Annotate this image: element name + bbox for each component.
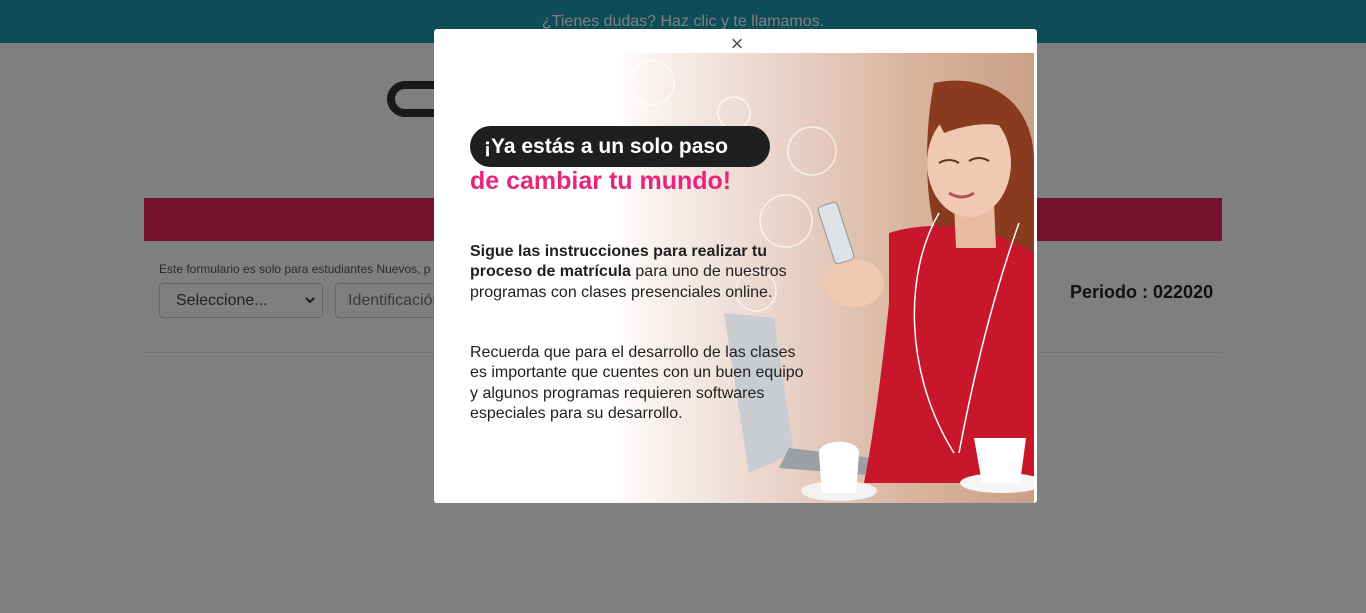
promo-instructions-text: Sigue las instrucciones para realizar tu… — [470, 242, 810, 303]
promo-modal: × ¡Ya estás a un solo paso de cambiar tu… — [434, 29, 1037, 503]
promo-image: ¡Ya estás a un solo paso de cambiar tu m… — [434, 53, 1034, 503]
promo-headline-accent: de cambiar tu mundo! — [470, 167, 732, 195]
close-icon[interactable]: × — [727, 33, 747, 55]
promo-headline-pill: ¡Ya estás a un solo paso — [470, 126, 770, 167]
promo-requirements-text: Recuerda que para el desarrollo de las c… — [470, 344, 804, 423]
